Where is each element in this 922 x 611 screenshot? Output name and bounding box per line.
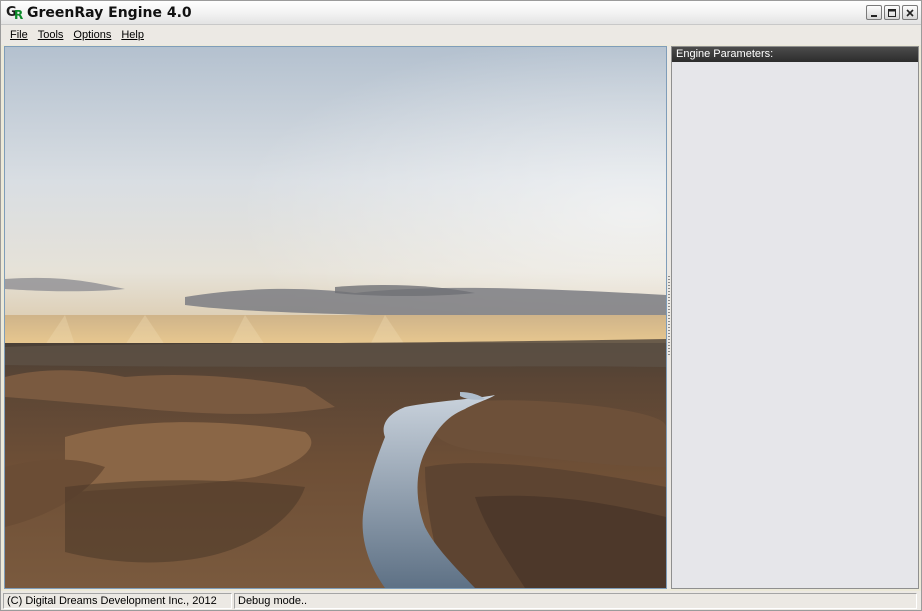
render-viewport[interactable] [4, 46, 667, 589]
window-title: GreenRay Engine 4.0 [27, 5, 192, 21]
menu-tools[interactable]: Tools [33, 25, 69, 45]
menu-bar: File Tools Options Help [1, 25, 921, 45]
menu-help[interactable]: Help [116, 25, 149, 45]
menu-file[interactable]: File [5, 25, 33, 45]
window-controls [866, 5, 918, 20]
minimize-icon [871, 15, 877, 17]
terrain-render-image [5, 47, 666, 588]
minimize-button[interactable] [866, 5, 882, 20]
greenray-logo-icon: GR [6, 5, 24, 22]
maximize-button[interactable] [884, 5, 900, 20]
menu-options-label: Options [73, 29, 112, 41]
close-icon [906, 9, 914, 17]
status-bar: (C) Digital Dreams Development Inc., 201… [1, 591, 921, 610]
status-copyright: (C) Digital Dreams Development Inc., 201… [3, 592, 232, 609]
splitter-grip[interactable] [668, 276, 670, 356]
app-window: GR GreenRay Engine 4.0 File Tools Option… [0, 0, 922, 611]
menu-tools-label: Tools [37, 29, 64, 41]
title-bar[interactable]: GR GreenRay Engine 4.0 [1, 1, 921, 25]
menu-help-label: Help [121, 29, 144, 41]
engine-parameters-panel: Engine Parameters: [671, 46, 919, 589]
menu-options[interactable]: Options [68, 25, 116, 45]
panel-header: Engine Parameters: [672, 47, 918, 62]
maximize-icon [888, 9, 896, 17]
menu-file-label: File [10, 29, 28, 41]
close-button[interactable] [902, 5, 918, 20]
status-mode: Debug mode.. [234, 592, 917, 609]
